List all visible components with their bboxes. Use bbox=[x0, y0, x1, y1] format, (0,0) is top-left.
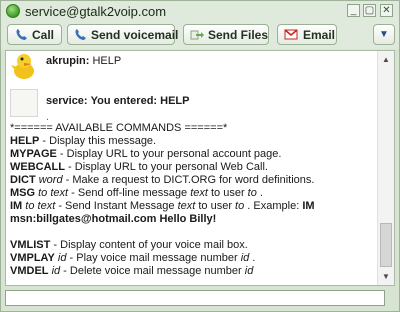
message-text: You entered: HELP bbox=[90, 95, 190, 107]
email-button[interactable]: Email bbox=[277, 24, 337, 45]
triangle-down-icon: ▼ bbox=[379, 29, 389, 40]
minimize-button[interactable]: _ bbox=[347, 4, 360, 17]
scroll-down-icon[interactable]: ▼ bbox=[379, 269, 393, 284]
close-button[interactable]: ✕ bbox=[380, 4, 393, 17]
send-voicemail-label: Send voicemail bbox=[91, 28, 179, 42]
message-header-1: akrupin: HELP bbox=[46, 55, 121, 67]
list-item: VMDEL id - Delete voice mail message num… bbox=[10, 265, 254, 277]
list-item: HELP - Display this message. bbox=[10, 135, 157, 147]
sender-name: akrupin: bbox=[46, 55, 90, 67]
list-item: DICT word - Make a request to DICT.ORG f… bbox=[10, 174, 315, 186]
phone-icon bbox=[75, 29, 86, 40]
list-item: WEBCALL - Display URL to your personal W… bbox=[10, 161, 268, 173]
title-bar: service@gtalk2voip.com _ ▢ ✕ bbox=[1, 1, 399, 22]
list-item: *====== AVAILABLE COMMANDS ======* bbox=[10, 122, 228, 134]
message-text: HELP bbox=[92, 55, 122, 67]
gmail-icon bbox=[284, 29, 298, 40]
chat-history: akrupin: HELP service: You entered: HELP… bbox=[5, 50, 395, 286]
chat-scrollbar[interactable]: ▲ ▼ bbox=[377, 51, 394, 285]
list-item: MSG to text - Send off-line message text… bbox=[10, 187, 263, 199]
window-title: service@gtalk2voip.com bbox=[25, 4, 167, 19]
call-label: Call bbox=[32, 28, 55, 42]
command-list: *====== AVAILABLE COMMANDS ======* HELP … bbox=[10, 122, 376, 278]
file-arrow-icon bbox=[190, 30, 204, 40]
service-avatar bbox=[10, 89, 38, 117]
scroll-thumb[interactable] bbox=[380, 223, 392, 267]
sender-name: service: bbox=[46, 95, 88, 107]
list-item: MYPAGE - Display URL to your personal ac… bbox=[10, 148, 282, 160]
phone-icon bbox=[16, 29, 27, 40]
list-item: msn:billgates@hotmail.com Hello Billy! bbox=[10, 213, 217, 225]
list-item: VMPLAY id - Play voice mail message numb… bbox=[10, 252, 256, 264]
status-online-icon bbox=[6, 4, 20, 18]
email-label: Email bbox=[303, 28, 336, 42]
scroll-up-icon[interactable]: ▲ bbox=[379, 52, 393, 67]
send-voicemail-button[interactable]: Send voicemail bbox=[67, 24, 179, 45]
call-button[interactable]: Call bbox=[7, 24, 62, 45]
send-files-label: Send Files bbox=[208, 28, 269, 42]
list-item: VMLIST - Display content of your voice m… bbox=[10, 239, 248, 251]
list-item: IM to text - Send Instant Message text t… bbox=[10, 200, 315, 212]
more-options-button[interactable]: ▼ bbox=[373, 24, 395, 45]
send-files-button[interactable]: Send Files bbox=[183, 24, 269, 45]
maximize-button[interactable]: ▢ bbox=[363, 4, 376, 17]
toolbar: Call Send voicemail Send Files Email ▼ bbox=[1, 22, 399, 49]
duck-avatar-icon bbox=[11, 54, 34, 79]
message-input[interactable] bbox=[5, 290, 385, 306]
message-header-2: service: You entered: HELP bbox=[46, 95, 189, 107]
chat-window: service@gtalk2voip.com _ ▢ ✕ Call Send v… bbox=[0, 0, 400, 312]
